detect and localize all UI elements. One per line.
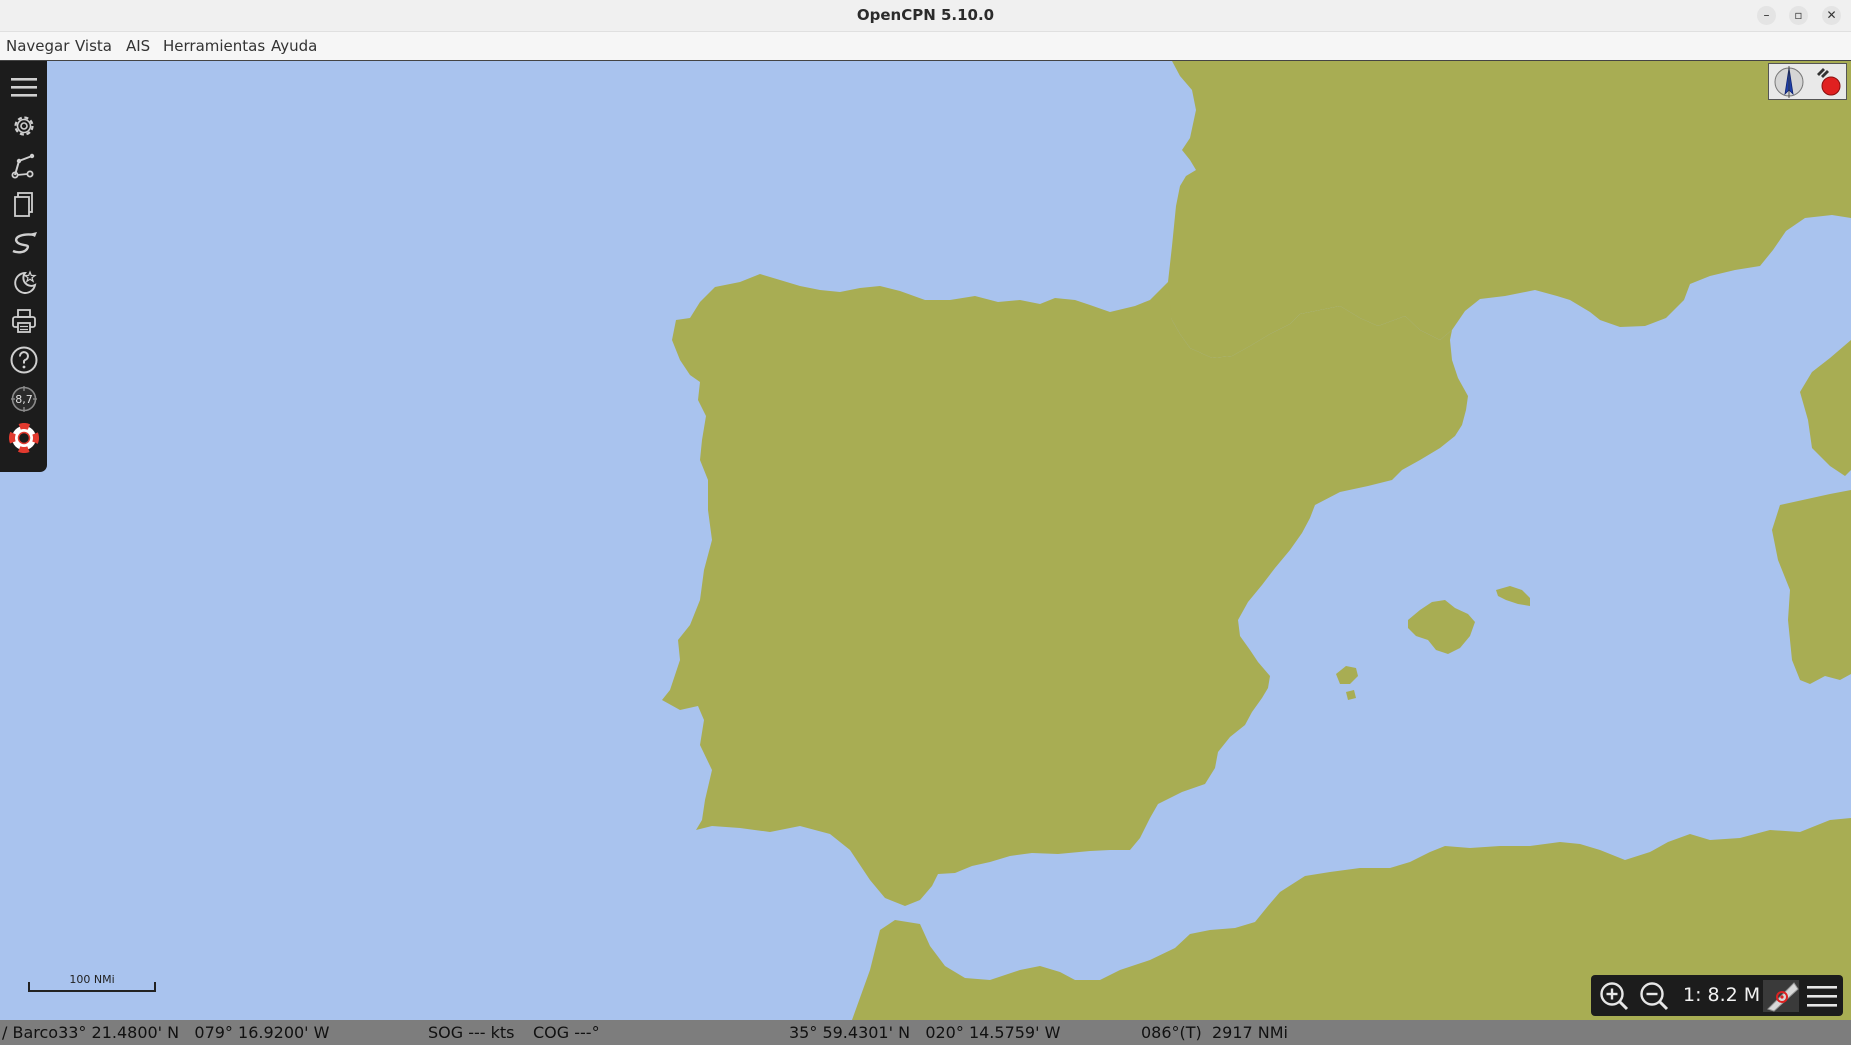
route-button[interactable]	[4, 147, 44, 183]
sog-readout: SOG --- kts	[428, 1023, 515, 1042]
menu-herramientas[interactable]: Herramientas	[163, 37, 265, 55]
title-bar: OpenCPN 5.10.0 – ▫ ✕	[0, 0, 1851, 32]
mob-lifebuoy-icon	[9, 423, 39, 453]
menu-ayuda[interactable]: Ayuda	[271, 37, 317, 55]
scale-bar: 100 NMi	[28, 973, 156, 992]
menu-ais[interactable]: AIS	[126, 37, 150, 55]
chart-bar-menu-button[interactable]	[1805, 979, 1839, 1012]
maximize-button[interactable]: ▫	[1789, 6, 1808, 25]
gear-icon	[14, 116, 34, 136]
scale-bar-graphic	[28, 982, 156, 992]
hamburger-menu-icon	[11, 78, 37, 97]
menu-vista[interactable]: Vista	[75, 37, 112, 55]
boat-position: / Barco33° 21.4800' N 079° 16.9200' W	[2, 1023, 330, 1042]
minimize-button[interactable]: –	[1757, 6, 1776, 25]
layers-document-icon	[14, 192, 33, 217]
hamburger-menu-icon	[1807, 985, 1837, 1007]
track-button[interactable]	[4, 225, 44, 261]
mob-button[interactable]	[4, 420, 44, 456]
layers-button[interactable]	[4, 186, 44, 222]
cursor-bearing-distance: 086°(T) 2917 NMi	[1141, 1023, 1288, 1042]
north-up-compass-icon	[1774, 66, 1841, 98]
compass-badge-text: 8,7	[15, 393, 33, 406]
route-icon	[11, 153, 35, 179]
cursor-position: 35° 59.4301' N 020° 14.5759' W	[789, 1023, 1061, 1042]
cog-readout: COG ---°	[533, 1023, 600, 1042]
zoom-in-icon	[1600, 981, 1629, 1010]
settings-button[interactable]	[4, 108, 44, 144]
help-icon	[10, 346, 38, 374]
hamburger-menu-button[interactable]	[4, 69, 44, 105]
track-icon	[12, 232, 37, 254]
zoom-out-button[interactable]	[1636, 979, 1672, 1012]
main-toolbar: 8,7	[0, 61, 47, 472]
compass-status-button[interactable]: 8,7	[4, 381, 44, 417]
night-mode-icon	[14, 270, 37, 294]
print-icon	[12, 309, 36, 333]
status-bar: / Barco33° 21.4800' N 079° 16.9200' W SO…	[0, 1020, 1851, 1045]
zoom-panel: 1: 8.2 M	[1591, 975, 1843, 1016]
window-title: OpenCPN 5.10.0	[856, 6, 995, 24]
zoom-out-icon	[1640, 981, 1669, 1010]
close-button[interactable]: ✕	[1822, 6, 1841, 25]
compass-badge-icon: 8,7	[11, 386, 37, 412]
chart-canvas[interactable]	[0, 61, 1851, 1020]
menu-bar: Navegar Vista AIS Herramientas Ayuda	[0, 32, 1851, 61]
chart-map	[0, 61, 1851, 1020]
ownship-follow-icon	[1763, 979, 1799, 1012]
menu-navegar[interactable]: Navegar	[6, 37, 69, 55]
night-mode-button[interactable]	[4, 264, 44, 300]
gps-compass-status[interactable]	[1768, 63, 1847, 100]
print-button[interactable]	[4, 303, 44, 339]
chart-scale-readout: 1: 8.2 M	[1683, 984, 1761, 1006]
help-button[interactable]	[4, 342, 44, 378]
follow-boat-button[interactable]	[1761, 979, 1801, 1012]
zoom-in-button[interactable]	[1596, 979, 1632, 1012]
